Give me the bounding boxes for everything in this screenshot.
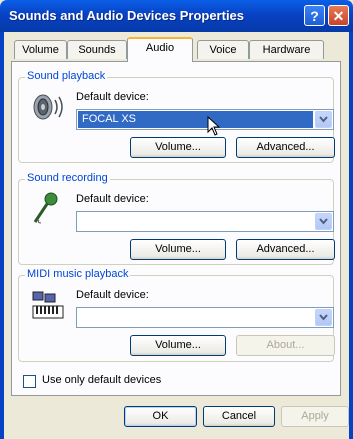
close-button[interactable]: ✕: [328, 5, 349, 26]
ok-button[interactable]: OK: [124, 406, 197, 427]
playback-device-value: FOCAL XS: [78, 111, 313, 128]
tab-volume[interactable]: Volume: [14, 40, 67, 59]
recording-advanced-button[interactable]: Advanced...: [236, 239, 335, 260]
recording-device-value: [78, 213, 313, 230]
midi-playback-group: MIDI music playback Default device: Volu…: [18, 268, 335, 362]
chevron-down-icon: [319, 116, 328, 123]
tab-sounds[interactable]: Sounds: [67, 40, 127, 59]
playback-volume-button[interactable]: Volume...: [130, 137, 226, 158]
properties-dialog: Sounds and Audio Devices Properties ? ✕ …: [0, 0, 353, 439]
midi-keyboard-icon: [32, 291, 64, 319]
midi-device-select[interactable]: [76, 307, 334, 328]
midi-default-label: Default device:: [76, 289, 149, 301]
mouse-cursor-icon: [207, 116, 221, 136]
chevron-down-icon: [319, 314, 328, 321]
use-only-default-checkbox[interactable]: [23, 375, 36, 388]
tab-hardware[interactable]: Hardware: [249, 40, 324, 59]
midi-dropdown-button[interactable]: [315, 309, 332, 326]
tab-voice[interactable]: Voice: [197, 40, 249, 59]
midi-playback-legend: MIDI music playback: [25, 268, 131, 280]
recording-device-select[interactable]: [76, 211, 334, 232]
recording-default-label: Default device:: [76, 193, 149, 205]
sound-playback-legend: Sound playback: [25, 70, 108, 82]
window-border-right: [349, 32, 353, 439]
use-only-default-label: Use only default devices: [42, 374, 162, 386]
title-bar[interactable]: Sounds and Audio Devices Properties ? ✕: [0, 0, 353, 32]
playback-device-select[interactable]: FOCAL XS: [76, 109, 334, 130]
cancel-button[interactable]: Cancel: [203, 406, 275, 427]
tab-audio[interactable]: Audio: [127, 37, 193, 62]
window-border-left: [0, 32, 4, 439]
playback-advanced-button[interactable]: Advanced...: [236, 137, 335, 158]
playback-dropdown-button[interactable]: [315, 111, 332, 128]
recording-dropdown-button[interactable]: [315, 213, 332, 230]
midi-device-value: [78, 309, 313, 326]
recording-volume-button[interactable]: Volume...: [130, 239, 226, 260]
playback-default-label: Default device:: [76, 91, 149, 103]
sound-recording-group: Sound recording Default device: Volume..…: [18, 172, 335, 265]
help-button[interactable]: ?: [304, 5, 325, 26]
audio-tab-panel: Sound playback Default device: FOCAL XS …: [11, 61, 341, 396]
sound-playback-group: Sound playback Default device: FOCAL XS …: [18, 70, 335, 163]
speaker-icon: [33, 94, 63, 120]
chevron-down-icon: [319, 218, 328, 225]
apply-button[interactable]: Apply: [281, 406, 349, 427]
midi-about-button[interactable]: About...: [236, 335, 335, 356]
window-title: Sounds and Audio Devices Properties: [9, 8, 245, 23]
sound-recording-legend: Sound recording: [25, 172, 110, 184]
midi-volume-button[interactable]: Volume...: [130, 335, 226, 356]
microphone-icon: [33, 192, 58, 224]
